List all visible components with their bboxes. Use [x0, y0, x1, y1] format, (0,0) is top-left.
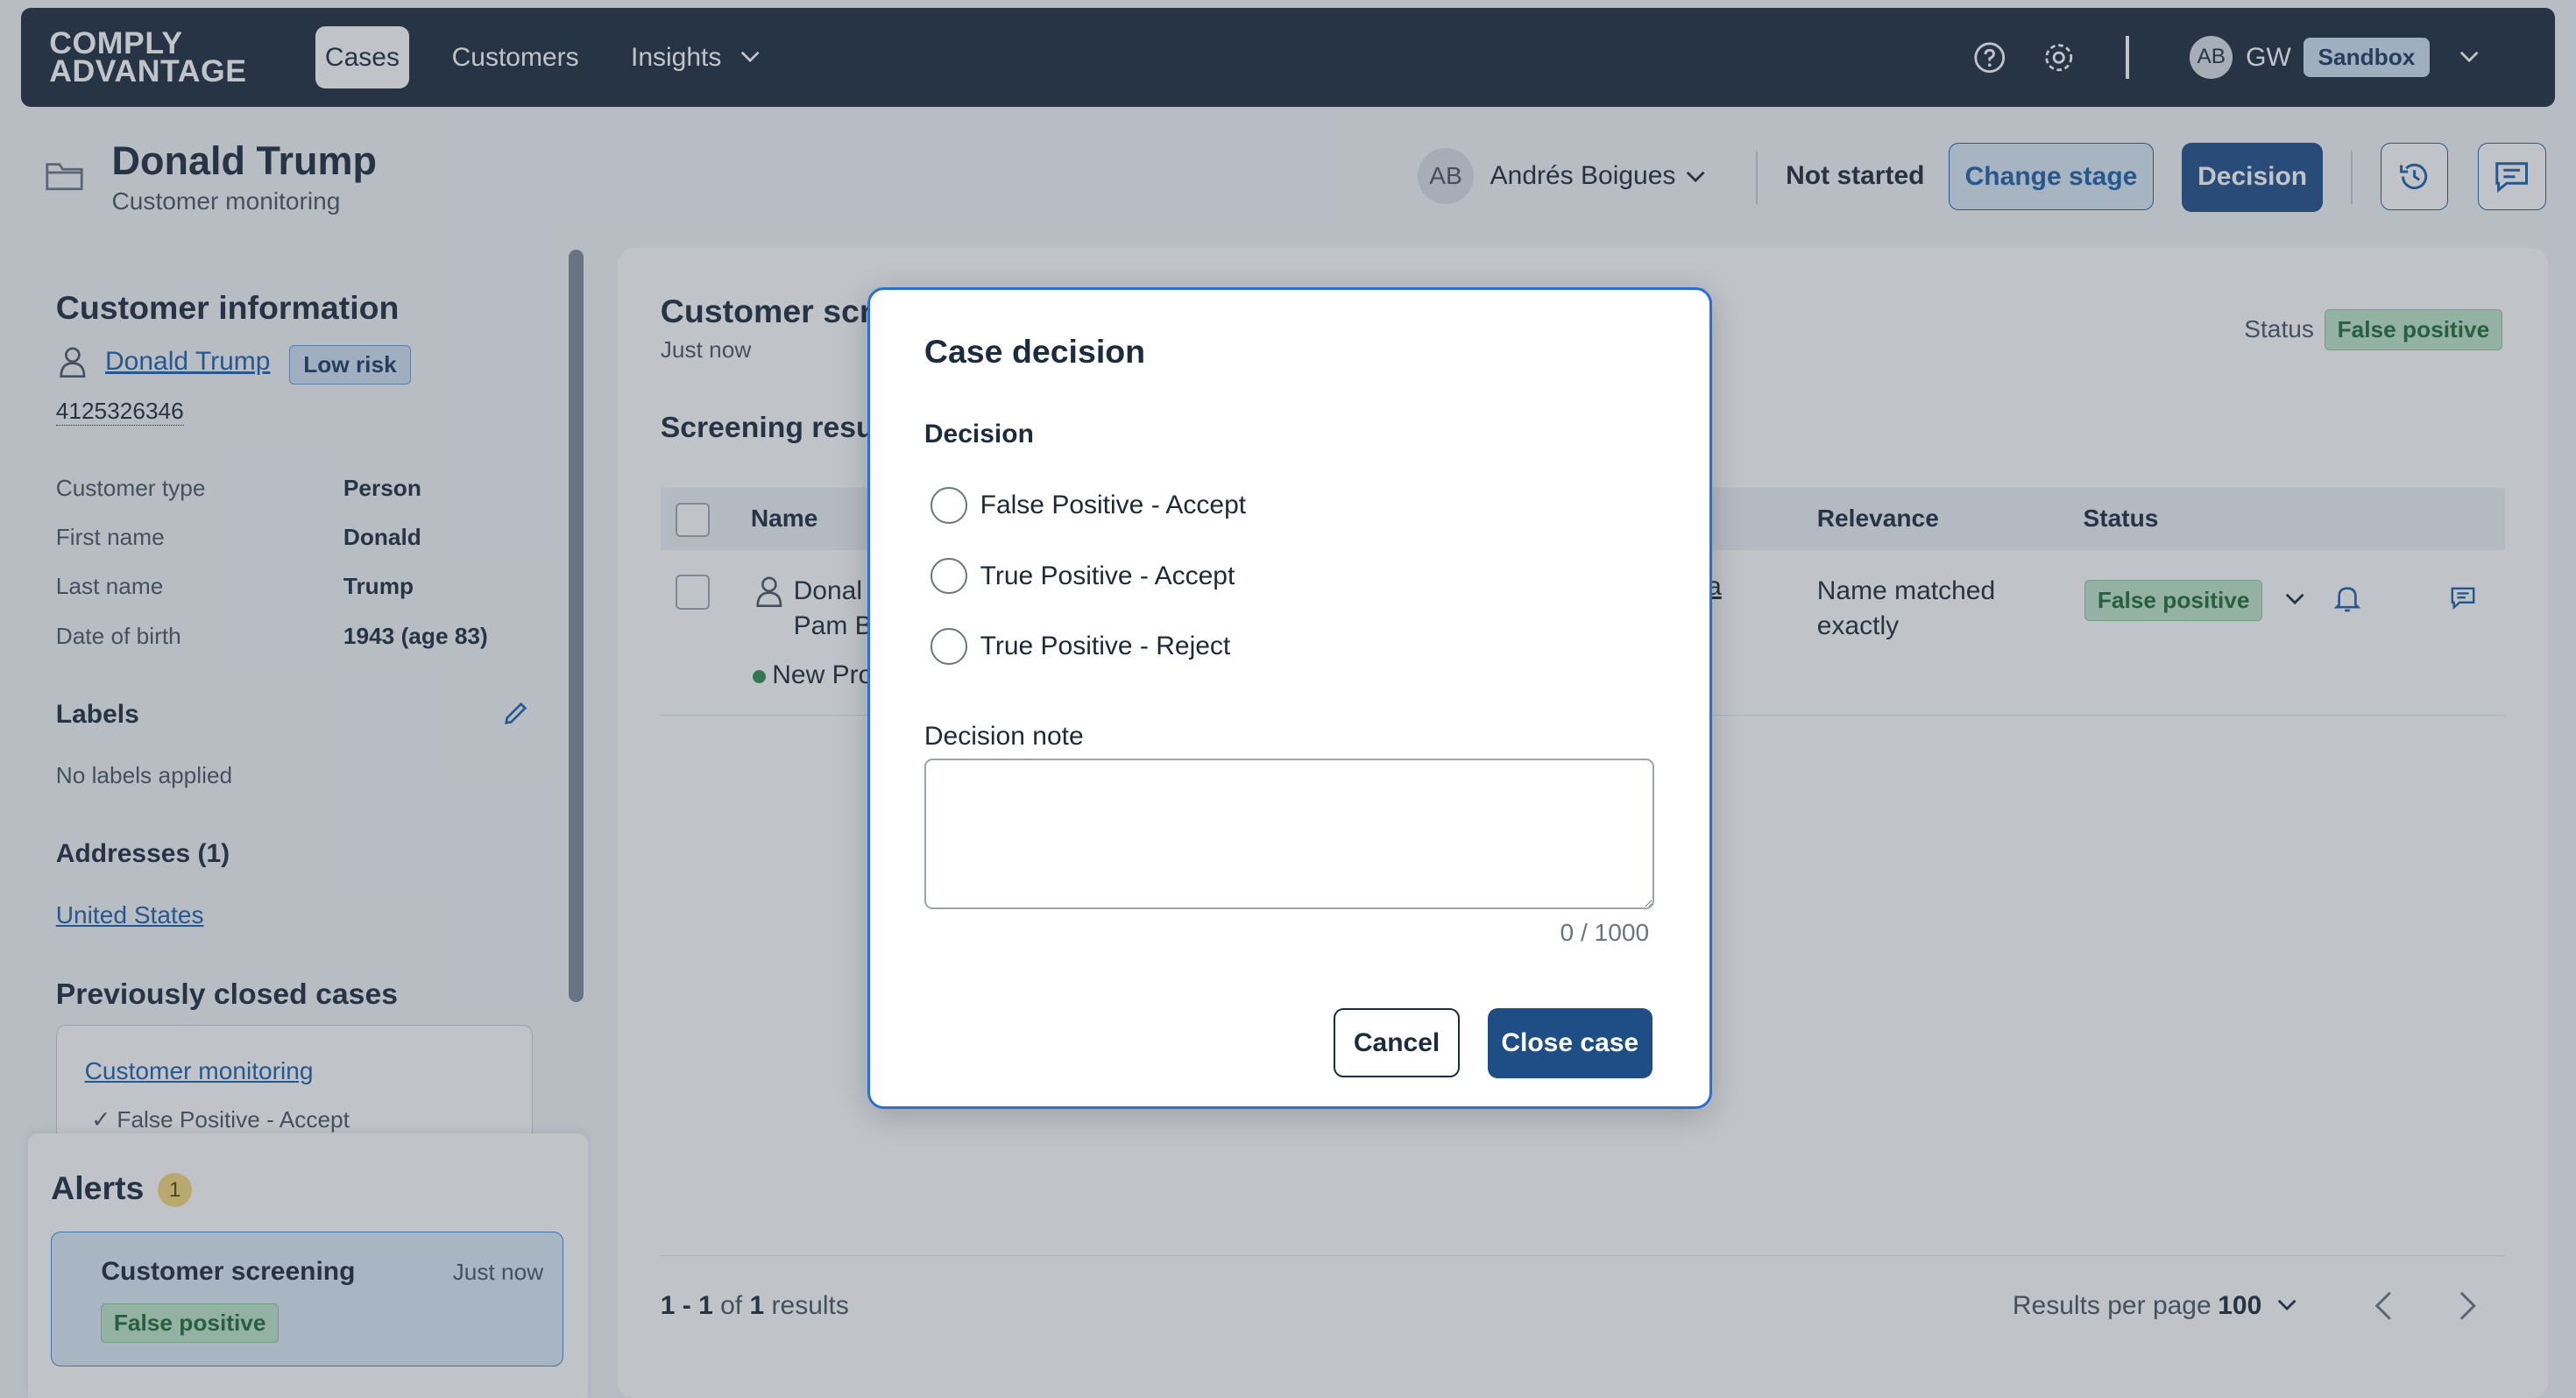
radio-button[interactable] [931, 628, 967, 665]
decision-label: Decision [924, 420, 1034, 449]
decision-note-label: Decision note [924, 722, 1084, 752]
radio-button[interactable] [931, 487, 967, 524]
option-label: True Positive - Reject [980, 632, 1231, 661]
cancel-button[interactable]: Cancel [1333, 1007, 1461, 1077]
radio-button[interactable] [931, 557, 967, 595]
option-label: False Positive - Accept [980, 490, 1247, 519]
decision-note-textarea[interactable] [924, 758, 1654, 910]
case-decision-modal: Case decision Decision False Positive - … [867, 287, 1713, 1109]
character-count: 0 / 1000 [1560, 919, 1650, 947]
close-case-button[interactable]: Close case [1488, 1007, 1652, 1079]
option-label: True Positive - Accept [980, 561, 1235, 590]
modal-title: Case decision [924, 332, 1146, 370]
